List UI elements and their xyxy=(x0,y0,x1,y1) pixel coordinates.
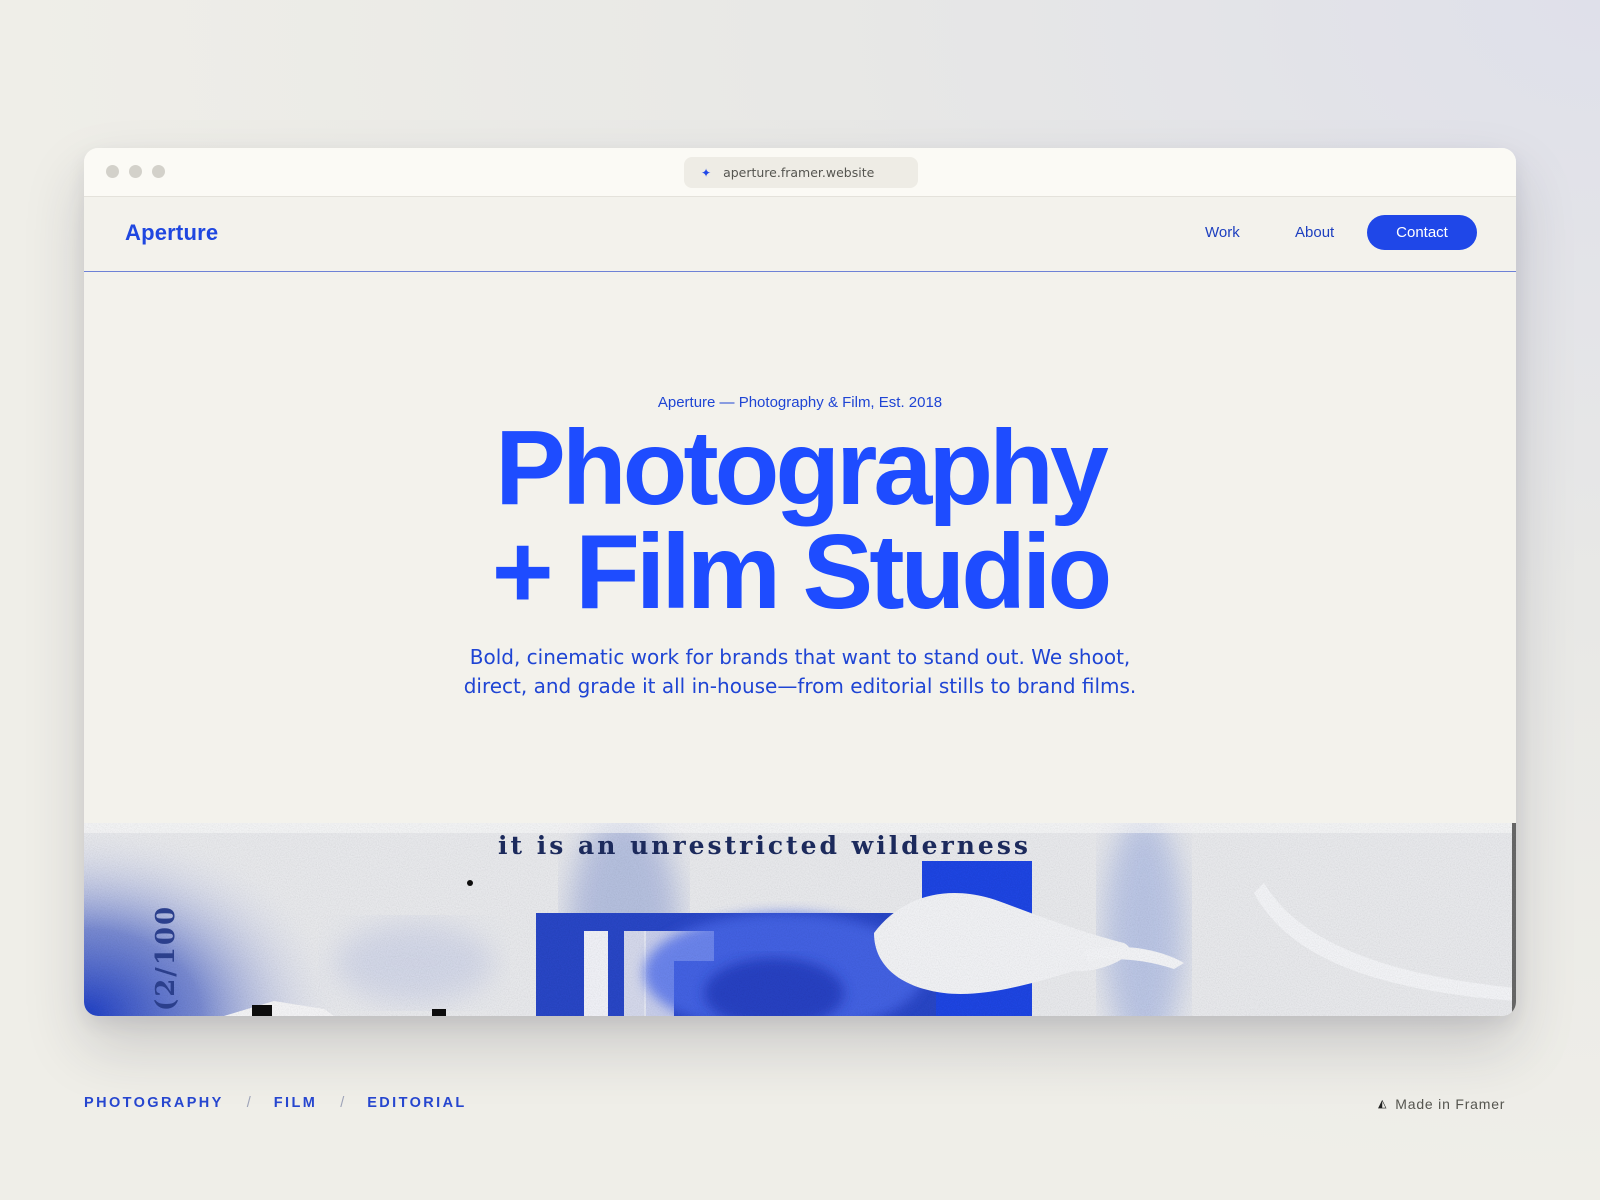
tag-film[interactable]: FILM xyxy=(274,1095,317,1111)
window-minimize-dot[interactable] xyxy=(129,165,142,178)
framer-sparkle-icon: ✦ xyxy=(701,165,712,180)
made-in-framer-badge[interactable]: ◭ Made in Framer xyxy=(1378,1096,1505,1112)
nav-link-work[interactable]: Work xyxy=(1205,224,1240,241)
browser-window: ✦ aperture.framer.website Aperture Work … xyxy=(84,148,1516,1016)
browser-chrome: ✦ aperture.framer.website xyxy=(84,148,1516,197)
contact-button[interactable]: Contact xyxy=(1367,215,1477,250)
window-maximize-dot[interactable] xyxy=(152,165,165,178)
made-in-framer-label: Made in Framer xyxy=(1395,1096,1506,1112)
footer-tags: PHOTOGRAPHY / FILM / EDITORIAL xyxy=(84,1095,467,1111)
subtext-line-2: direct, and grade it all in-house—from e… xyxy=(463,674,1137,698)
tag-separator: / xyxy=(340,1095,345,1111)
site-logo[interactable]: Aperture xyxy=(125,220,218,246)
artwork-caption: it is an unrestricted wilderness xyxy=(498,831,1031,860)
nav-link-about[interactable]: About xyxy=(1295,224,1334,241)
site-nav: Aperture Work About Contact xyxy=(84,196,1516,272)
artwork-counter: (2/100 xyxy=(151,904,181,1012)
framer-triangle-icon: ◭ xyxy=(1378,1097,1388,1110)
url-text: aperture.framer.website xyxy=(723,165,875,180)
tag-separator: / xyxy=(246,1095,251,1111)
window-close-dot[interactable] xyxy=(106,165,119,178)
hero-subtext: Bold, cinematic work for brands that wan… xyxy=(84,643,1516,701)
headline-line-2: + Film Studio xyxy=(491,513,1112,631)
headline-line-1: Photography xyxy=(495,409,1109,527)
address-bar[interactable]: ✦ aperture.framer.website xyxy=(684,157,918,188)
tag-editorial[interactable]: EDITORIAL xyxy=(367,1095,466,1111)
subtext-line-1: Bold, cinematic work for brands that wan… xyxy=(469,645,1131,669)
hero-headline: Photography + Film Studio xyxy=(84,409,1516,631)
tag-photography[interactable]: PHOTOGRAPHY xyxy=(84,1095,224,1111)
